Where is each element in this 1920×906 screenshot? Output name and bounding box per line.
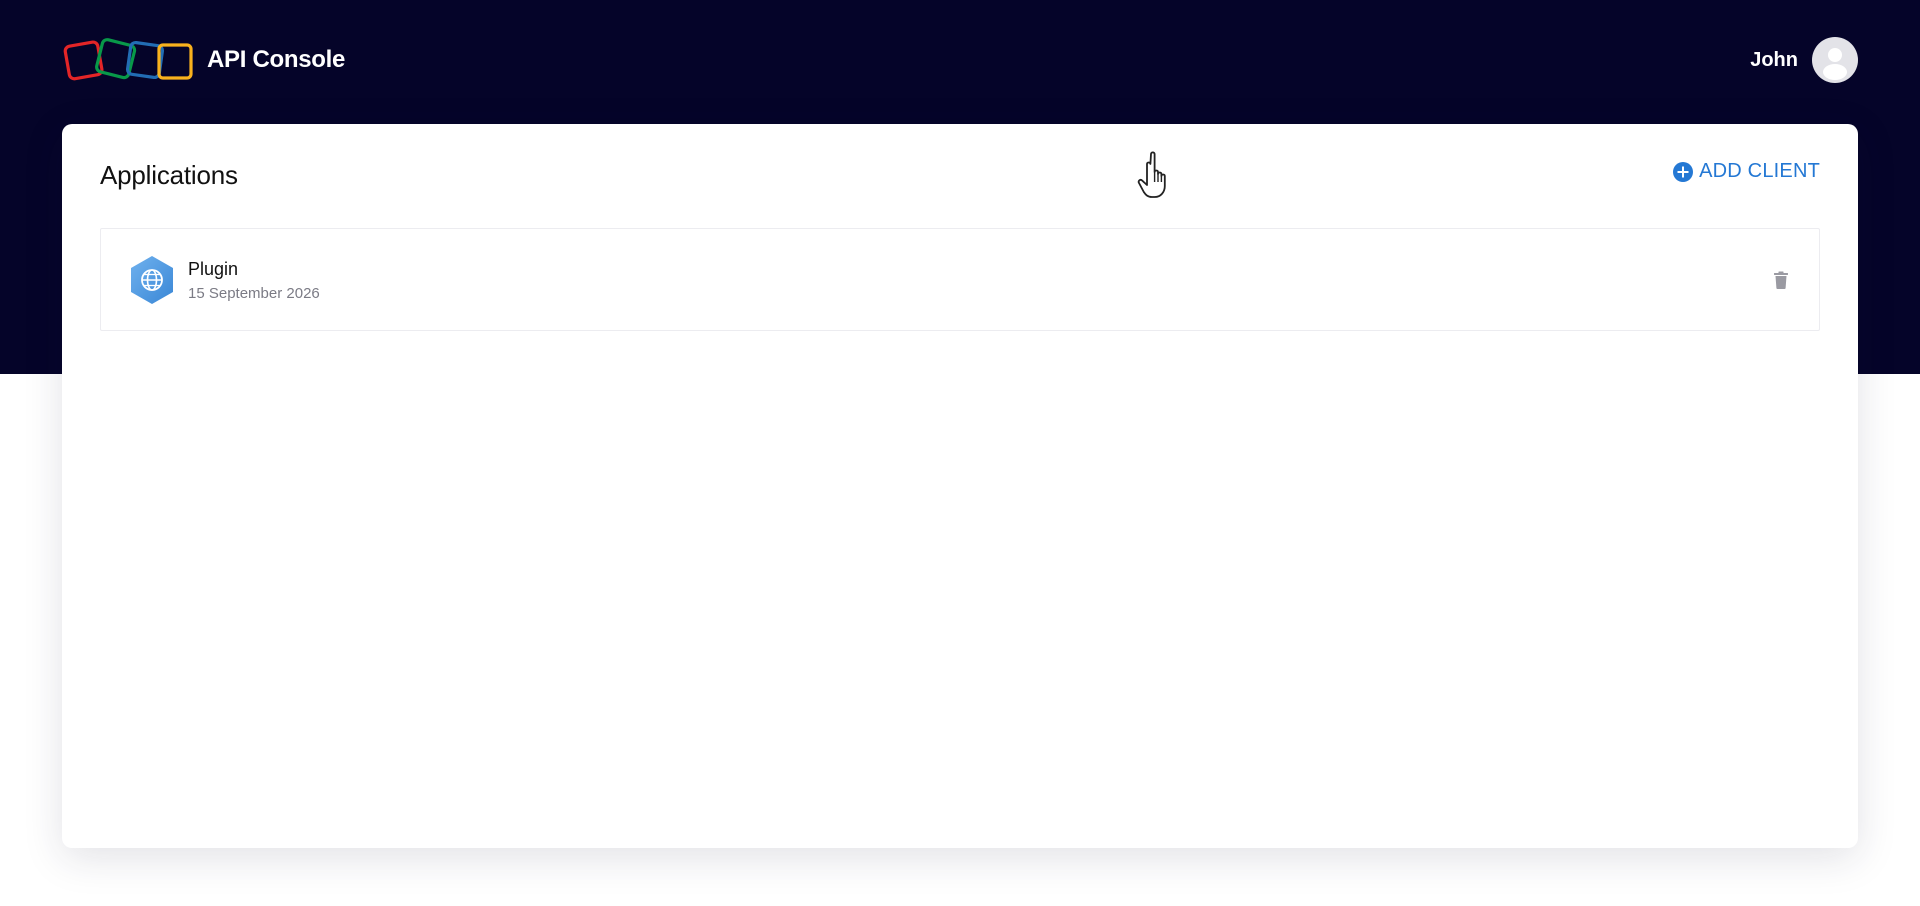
- user-name: John: [1750, 48, 1798, 71]
- plus-circle-icon: [1673, 161, 1694, 182]
- brand[interactable]: API Console: [62, 36, 345, 84]
- user-avatar-icon[interactable]: [1812, 37, 1858, 83]
- person-icon: [1823, 48, 1847, 80]
- app-title: API Console: [207, 46, 346, 73]
- user-menu[interactable]: John: [1750, 36, 1858, 84]
- trash-icon[interactable]: [1773, 271, 1789, 289]
- application-name: Plugin: [188, 259, 239, 279]
- application-list: Plugin 15 September 2026: [100, 228, 1820, 331]
- page: API Console John Applications ADD CLIENT: [0, 0, 1920, 906]
- page-title: Applications: [100, 160, 238, 190]
- add-client-button[interactable]: ADD CLIENT: [1672, 160, 1820, 183]
- applications-card: Applications ADD CLIENT Plugin 15 Septem…: [62, 124, 1858, 848]
- top-header: API Console John: [62, 36, 1858, 84]
- application-row[interactable]: Plugin 15 September 2026: [100, 228, 1820, 331]
- add-client-label: ADD CLIENT: [1699, 160, 1820, 182]
- application-date: 15 September 2026: [188, 285, 320, 302]
- globe-icon: [131, 256, 173, 304]
- zoho-logo-icon: [63, 38, 193, 81]
